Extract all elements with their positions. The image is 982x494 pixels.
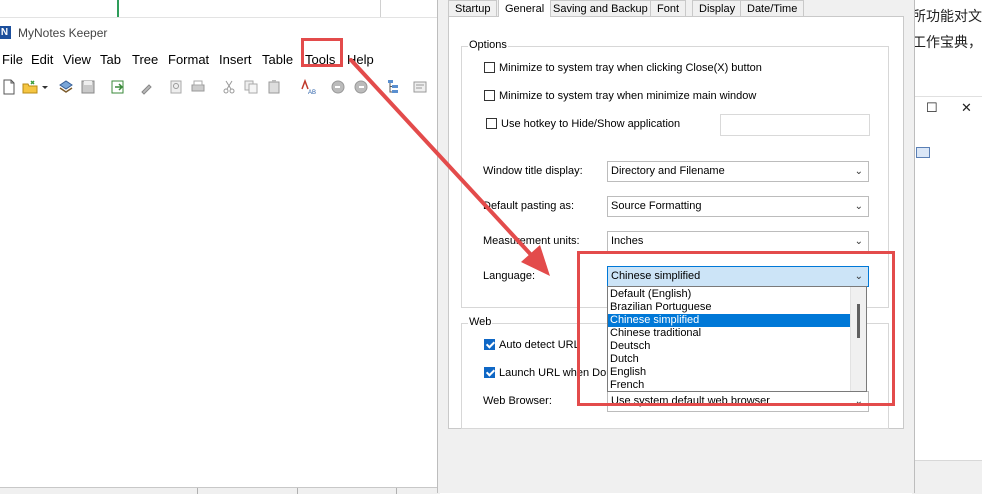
app-title: MyNotes Keeper bbox=[18, 26, 108, 40]
tab-general[interactable]: General bbox=[498, 0, 552, 17]
tab-date-time[interactable]: Date/Time bbox=[740, 0, 805, 17]
minimize-on-close-label: Minimize to system tray when clicking Cl… bbox=[499, 62, 762, 74]
menu-view[interactable]: View bbox=[63, 52, 91, 67]
print-icon[interactable] bbox=[190, 79, 206, 95]
svg-text:ABC: ABC bbox=[308, 90, 316, 95]
status-separator bbox=[197, 488, 198, 494]
secondary-window-titlebar: ☐ ✕ bbox=[912, 96, 982, 121]
language-label: Language: bbox=[483, 270, 535, 282]
app-titlebar: N MyNotes Keeper bbox=[0, 17, 440, 47]
measurement-units-value: Inches bbox=[611, 235, 644, 247]
app-content-area bbox=[0, 102, 440, 487]
options-group-label: Options bbox=[468, 39, 508, 51]
menu-table[interactable]: Table bbox=[262, 52, 293, 67]
minimize-on-close-checkbox[interactable] bbox=[484, 61, 495, 73]
database-icon[interactable] bbox=[58, 79, 74, 95]
language-annotation-box bbox=[577, 251, 895, 406]
tools-annotation-box bbox=[301, 38, 343, 67]
undo-icon[interactable] bbox=[330, 79, 346, 95]
status-separator bbox=[297, 488, 298, 494]
launch-url-checkbox[interactable] bbox=[484, 366, 495, 378]
default-pasting-select[interactable]: Source Formatting ⌄ bbox=[607, 196, 869, 217]
open-folder-icon[interactable] bbox=[22, 79, 38, 95]
green-divider bbox=[117, 0, 119, 17]
right-background-window: 所功能对文 工作宝典， ☐ ✕ bbox=[912, 0, 982, 494]
copy-icon[interactable] bbox=[243, 79, 259, 95]
options-dialog: Startup General Saving and Backup Font D… bbox=[437, 0, 915, 493]
menu-edit[interactable]: Edit bbox=[31, 52, 53, 67]
paste-icon[interactable] bbox=[266, 79, 282, 95]
measurement-units-label: Measurement units: bbox=[483, 235, 580, 247]
chinese-text-line: 工作宝典， bbox=[912, 35, 982, 51]
secondary-window-bottom bbox=[912, 460, 982, 494]
chevron-down-icon: ⌄ bbox=[854, 166, 863, 177]
auto-detect-url-label: Auto detect URL bbox=[499, 339, 580, 351]
menu-tree[interactable]: Tree bbox=[132, 52, 158, 67]
window-title-display-select[interactable]: Directory and Filename ⌄ bbox=[607, 161, 869, 182]
auto-detect-url-row[interactable]: Auto detect URL bbox=[484, 337, 580, 353]
status-separator bbox=[396, 488, 397, 494]
new-note-icon[interactable] bbox=[1, 79, 17, 95]
minimize-on-close-row[interactable]: Minimize to system tray when clicking Cl… bbox=[484, 60, 762, 76]
default-pasting-value: Source Formatting bbox=[611, 200, 702, 212]
chevron-down-icon: ⌄ bbox=[854, 236, 863, 247]
options-icon[interactable] bbox=[412, 79, 428, 95]
menu-insert[interactable]: Insert bbox=[219, 52, 252, 67]
menu-file[interactable]: File bbox=[2, 52, 23, 67]
app-logo-icon: N bbox=[0, 26, 11, 39]
save-icon[interactable] bbox=[80, 79, 96, 95]
tab-display[interactable]: Display bbox=[692, 0, 743, 17]
export-icon[interactable] bbox=[110, 79, 126, 95]
background-window-strip bbox=[0, 0, 440, 17]
chevron-down-icon: ⌄ bbox=[854, 201, 863, 212]
window-title-display-label: Window title display: bbox=[483, 165, 583, 177]
tree-icon[interactable] bbox=[385, 79, 401, 95]
menu-tab[interactable]: Tab bbox=[100, 52, 121, 67]
minimize-on-minimize-label: Minimize to system tray when minimize ma… bbox=[499, 90, 757, 102]
divider-line bbox=[380, 0, 381, 17]
chinese-text-line: 所功能对文 bbox=[912, 9, 982, 25]
use-hotkey-checkbox[interactable] bbox=[486, 117, 497, 129]
tab-saving-and-backup[interactable]: Saving and Backup bbox=[546, 0, 655, 17]
menu-help[interactable]: Help bbox=[347, 52, 374, 67]
cut-icon[interactable] bbox=[221, 79, 237, 95]
tab-font[interactable]: Font bbox=[650, 0, 687, 17]
tab-startup[interactable]: Startup bbox=[448, 0, 498, 17]
minimize-on-minimize-row[interactable]: Minimize to system tray when minimize ma… bbox=[484, 88, 756, 104]
web-group-label: Web bbox=[468, 316, 493, 328]
measurement-units-select[interactable]: Inches ⌄ bbox=[607, 231, 869, 252]
menubar: File Edit View Tab Tree Format Insert Ta… bbox=[0, 47, 440, 73]
web-browser-label: Web Browser: bbox=[483, 395, 552, 407]
dropdown-icon[interactable] bbox=[41, 79, 49, 95]
redo-icon[interactable] bbox=[353, 79, 369, 95]
default-pasting-label: Default pasting as: bbox=[483, 200, 575, 212]
close-icon[interactable]: ✕ bbox=[961, 100, 972, 116]
toolbar: ABC bbox=[0, 76, 440, 100]
restore-icon[interactable]: ☐ bbox=[926, 100, 938, 116]
auto-detect-url-checkbox[interactable] bbox=[484, 338, 495, 350]
window-title-display-value: Directory and Filename bbox=[611, 165, 725, 177]
search-doc-icon[interactable] bbox=[168, 79, 184, 95]
mynotes-keeper-window: N MyNotes Keeper File Edit View Tab Tree… bbox=[0, 17, 440, 494]
menu-format[interactable]: Format bbox=[168, 52, 209, 67]
spellcheck-icon[interactable]: ABC bbox=[300, 79, 316, 95]
use-hotkey-label: Use hotkey to Hide/Show application bbox=[501, 118, 681, 130]
broom-icon[interactable] bbox=[139, 79, 155, 95]
window-icon bbox=[916, 147, 930, 158]
hotkey-input[interactable] bbox=[720, 114, 870, 136]
minimize-on-minimize-checkbox[interactable] bbox=[484, 89, 495, 101]
use-hotkey-row[interactable]: Use hotkey to Hide/Show application bbox=[486, 116, 680, 132]
